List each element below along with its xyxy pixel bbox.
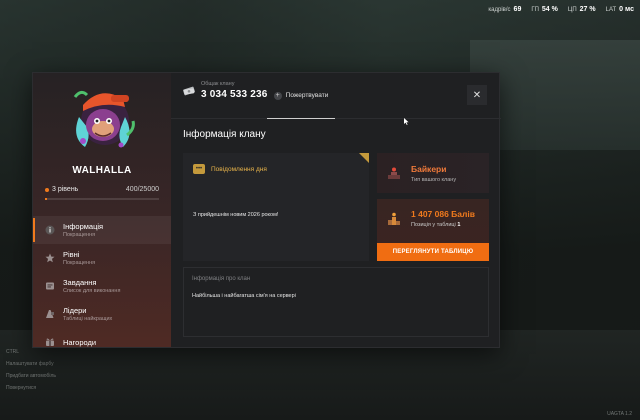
sidebar-item-rewards[interactable]: Нагороди — [33, 328, 171, 356]
level-row: 3 рівень 400/25000 — [45, 186, 159, 193]
message-of-the-day-card: ••• Повідомлення дня З прийдешнім новим … — [183, 153, 369, 261]
clan-type-title: Байкери — [411, 163, 447, 174]
view-table-button[interactable]: ПЕРЕГЛЯНУТИ ТАБЛИЦЮ — [377, 243, 489, 261]
hud-fps-label: кадрів/с — [488, 6, 511, 13]
clan-type-card: Байкери Тип вашого клану — [377, 153, 489, 193]
level-progress-bar — [45, 198, 159, 200]
chat-bubble-icon: ••• — [193, 164, 205, 174]
rank-position: Позиція у таблиці 1 — [411, 222, 475, 228]
treasury-label: Общак клану — [201, 81, 235, 87]
clan-type-sub: Тип вашого клану — [411, 176, 457, 183]
hud-latency-value: 0 мс — [619, 6, 634, 13]
clan-modal: WALHALLA 3 рівень 400/25000 Інформація П… — [32, 72, 501, 348]
level-label: 3 рівень — [52, 186, 79, 193]
biker-icon — [388, 167, 400, 179]
sidebar-item-info[interactable]: Інформація Покращення — [33, 216, 171, 244]
hint-item: Повернутися — [6, 385, 37, 391]
motd-text: З прийдешнім новим 2026 роком! — [193, 212, 279, 218]
hint-item: Придбати автомобіль — [6, 373, 57, 379]
topbar: Общак клану 3 034 533 236 + Пожертвувати — [171, 73, 501, 119]
sidebar-item-leaders[interactable]: Лідери Таблиці найкращих — [33, 300, 171, 328]
rank-points: 1 407 086 Балів — [411, 209, 475, 219]
nav-title: Рівні — [63, 250, 80, 259]
reward-icon — [45, 337, 55, 347]
hud-gpu-value: 54 % — [541, 6, 558, 13]
sidebar: WALHALLA 3 рівень 400/25000 Інформація П… — [33, 73, 171, 347]
hud-latency-label: LAT — [605, 6, 617, 13]
info-icon — [45, 225, 55, 235]
hud-latency: LAT 0 мс — [606, 6, 634, 13]
motd-title: Повідомлення дня — [211, 165, 267, 173]
corner-accent — [359, 153, 369, 163]
nav-title: Лідери — [63, 306, 87, 315]
level-dot-icon — [45, 187, 49, 192]
nav-title: Нагороди — [63, 337, 97, 347]
sidebar-item-levels[interactable]: Рівні Покращення — [33, 244, 171, 272]
clan-info-box: Інформація про клан Найбільша і найбагат… — [183, 267, 489, 337]
clan-treasury: Общак клану 3 034 533 236 — [183, 81, 268, 100]
level-progress-fill — [45, 198, 47, 200]
section-title: Інформація клану — [183, 129, 266, 140]
version-label: UAGTA 1.2 — [607, 411, 632, 417]
nav-subtitle: Список для виконання — [63, 288, 121, 294]
main-panel: Общак клану 3 034 533 236 + Пожертвувати… — [171, 73, 501, 347]
hud-fps: кадрів/с 69 — [488, 6, 521, 13]
hud-cpu-value: 27 % — [579, 6, 596, 13]
podium-icon — [388, 212, 400, 225]
close-button[interactable]: ✕ — [467, 85, 487, 105]
plus-icon: + — [273, 91, 282, 100]
treasury-value: 3 034 533 236 — [201, 89, 268, 100]
nav-subtitle: Покращення — [63, 260, 96, 266]
leaders-icon — [45, 309, 55, 319]
hint-item: Налаштувати фарбу — [6, 361, 54, 367]
hud-cpu-label: ЦП — [567, 6, 577, 13]
donate-button[interactable]: + Пожертвувати — [267, 73, 335, 119]
clan-info-text: Найбільша і найбагатша сім'я на сервері — [192, 293, 296, 299]
nav-title: Завдання — [63, 278, 97, 287]
rank-position-label: Позиція у таблиці — [411, 222, 456, 228]
star-icon — [45, 253, 55, 263]
rank-card: 1 407 086 Балів Позиція у таблиці 1 ПЕРЕ… — [377, 199, 489, 261]
clan-info-label: Інформація про клан — [192, 276, 251, 282]
sidebar-nav: Інформація Покращення Рівні Покращення З… — [33, 216, 171, 356]
xp-counter: 400/25000 — [125, 186, 159, 193]
close-icon: ✕ — [472, 89, 482, 101]
hud-cpu: ЦП 27 % — [568, 6, 596, 13]
mouse-cursor-icon — [404, 118, 409, 125]
performance-hud: кадрів/с 69 ГП 54 % ЦП 27 % LAT 0 мс — [488, 6, 634, 13]
nav-title: Інформація — [63, 222, 104, 231]
rank-position-value: 1 — [457, 222, 461, 228]
clan-name: WALHALLA — [72, 165, 132, 176]
nav-subtitle: Покращення — [63, 232, 96, 238]
money-icon — [183, 86, 195, 95]
donate-label: Пожертвувати — [285, 92, 329, 99]
hud-gpu: ГП 54 % — [531, 6, 558, 13]
hud-fps-value: 69 — [513, 6, 522, 13]
hud-gpu-label: ГП — [531, 6, 539, 13]
nav-subtitle: Таблиці найкращих — [63, 316, 113, 322]
sidebar-item-tasks[interactable]: Завдання Список для виконання — [33, 272, 171, 300]
clan-logo — [73, 90, 135, 148]
task-icon — [45, 281, 55, 291]
